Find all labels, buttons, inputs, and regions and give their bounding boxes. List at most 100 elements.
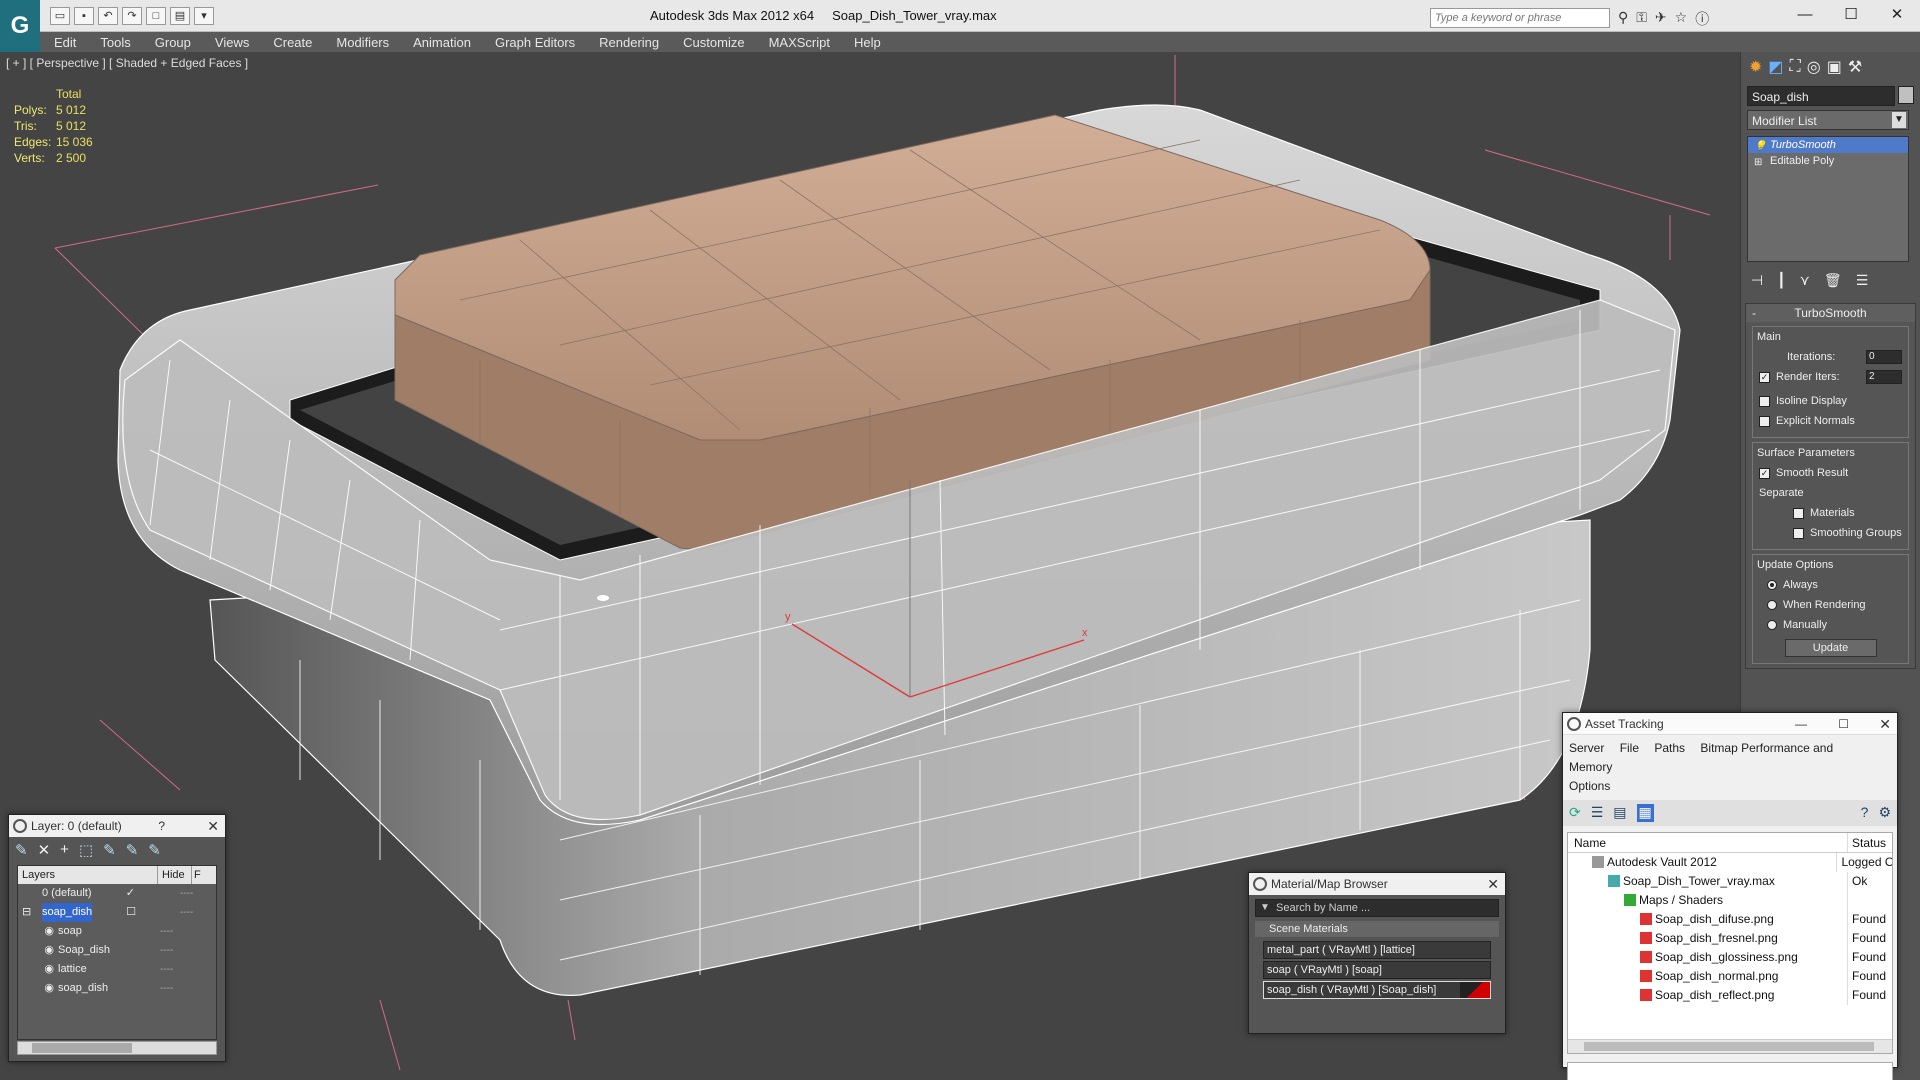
layer-object-lattice[interactable]: ◉ lattice ---- (18, 960, 216, 979)
expand-icon[interactable]: ⊞ (1754, 155, 1762, 171)
hierarchy-tab-icon[interactable]: ⛶ (1790, 58, 1801, 76)
open-file-icon[interactable]: ▭ (50, 7, 70, 25)
menu-rendering[interactable]: Rendering (599, 35, 659, 50)
highlight-layer-icon[interactable]: ✎ (103, 841, 116, 859)
menu-edit[interactable]: Edit (54, 35, 76, 50)
stack-item-turbosmooth[interactable]: 💡 TurboSmooth (1748, 137, 1908, 153)
menu-group[interactable]: Group (155, 35, 191, 50)
asset-row-normal[interactable]: Soap_dish_normal.png Found (1568, 967, 1892, 986)
menu-animation[interactable]: Animation (413, 35, 471, 50)
freeze-all-icon[interactable]: ✎ (148, 841, 161, 859)
menu-create[interactable]: Create (273, 35, 312, 50)
object-name-field[interactable]: Soap_dish (1747, 86, 1895, 106)
maximize-button[interactable]: ☐ (1838, 713, 1849, 735)
favorites-star-icon[interactable]: ☆ (1675, 9, 1688, 29)
menu-tools[interactable]: Tools (100, 35, 130, 50)
undo-icon[interactable]: ↶ (98, 7, 118, 25)
close-button[interactable]: ✕ (1487, 873, 1499, 895)
render-iters-checkbox[interactable]: ✓ (1759, 371, 1770, 383)
menu-options[interactable]: Options (1569, 779, 1610, 793)
materials-checkbox[interactable] (1793, 507, 1804, 519)
active-layer-check-icon[interactable]: ✓ (126, 884, 146, 903)
layer-object-soap-dish-2[interactable]: ◉ soap_dish ---- (18, 979, 216, 998)
material-search-input[interactable]: ▼ Search by Name ... (1255, 899, 1499, 917)
render-iters-spinner[interactable]: 2 (1866, 370, 1902, 384)
communication-icon[interactable]: ✈ (1655, 9, 1667, 29)
layer-row-soap-dish[interactable]: ⊟ soap_dish ☐ ---- (18, 903, 216, 922)
maximize-button[interactable]: ☐ (1828, 0, 1874, 30)
help-button[interactable]: ? (158, 815, 165, 837)
viewport-label[interactable]: [ + ] [ Perspective ] [ Shaded + Edged F… (6, 56, 248, 70)
set-active-box-icon[interactable]: ☐ (126, 903, 146, 922)
display-tab-icon[interactable]: ▣ (1827, 57, 1842, 77)
asset-row-fresnel[interactable]: Soap_dish_fresnel.png Found (1568, 929, 1892, 948)
update-button[interactable]: Update (1784, 639, 1877, 657)
menu-graph-editors[interactable]: Graph Editors (495, 35, 575, 50)
stack-item-editable-poly[interactable]: ⊞ Editable Poly (1748, 153, 1908, 169)
material-item-soap-dish[interactable]: soap_dish ( VRayMtl ) [Soap_dish] (1263, 981, 1491, 999)
menu-server[interactable]: Server (1569, 741, 1604, 755)
modifier-list-dropdown[interactable]: Modifier List ▼ (1747, 110, 1909, 130)
menu-modifiers[interactable]: Modifiers (336, 35, 389, 50)
table-view-icon[interactable]: ▦ (1636, 804, 1654, 822)
asset-row-reflect[interactable]: Soap_dish_reflect.png Found (1568, 986, 1892, 1005)
menu-paths[interactable]: Paths (1654, 741, 1685, 755)
save-file-icon[interactable]: ▪ (74, 7, 94, 25)
isoline-checkbox[interactable] (1759, 395, 1770, 407)
menu-help[interactable]: Help (854, 35, 881, 50)
iterations-spinner[interactable]: 0 (1866, 350, 1902, 364)
asset-row-maps[interactable]: Maps / Shaders (1568, 891, 1892, 910)
asset-row-vault[interactable]: Autodesk Vault 2012 Logged O (1568, 853, 1892, 872)
menu-customize[interactable]: Customize (683, 35, 744, 50)
close-button[interactable]: ✕ (1879, 713, 1891, 735)
scene-materials-group[interactable]: Scene Materials (1255, 921, 1499, 937)
help-icon[interactable]: ⓘ (1695, 9, 1709, 29)
close-button[interactable]: ✕ (207, 815, 219, 837)
pin-stack-icon[interactable]: ⊣ (1751, 272, 1763, 289)
layer-dialog-titlebar[interactable]: Layer: 0 (default) ? ✕ (9, 815, 225, 837)
options-dropdown-icon[interactable]: ▼ (1260, 902, 1270, 913)
close-button[interactable]: ✕ (1874, 0, 1920, 30)
list-view-icon[interactable]: ☰ (1591, 804, 1604, 822)
minimize-button[interactable]: — (1795, 713, 1807, 735)
always-radio[interactable] (1767, 580, 1777, 590)
asset-horizontal-scrollbar[interactable] (1568, 1039, 1892, 1053)
motion-tab-icon[interactable]: ◎ (1807, 57, 1821, 77)
refresh-icon[interactable]: ⟳ (1569, 804, 1581, 822)
rollout-header[interactable]: - TurboSmooth (1746, 304, 1915, 322)
material-item-metal-part[interactable]: metal_part ( VRayMtl ) [lattice] (1263, 941, 1491, 959)
material-browser-titlebar[interactable]: Material/Map Browser ✕ (1249, 873, 1505, 895)
layer-row-default[interactable]: 0 (default) ✓ ---- (18, 884, 216, 903)
qat-dropdown-icon[interactable]: ▾ (194, 7, 214, 25)
when-rendering-radio[interactable] (1767, 600, 1777, 610)
layer-object-soap-dish[interactable]: ◉ Soap_dish ---- (18, 941, 216, 960)
app-logo-button[interactable]: G (0, 0, 40, 52)
asset-row-difuse[interactable]: Soap_dish_difuse.png Found (1568, 910, 1892, 929)
asset-row-max-file[interactable]: Soap_Dish_Tower_vray.max Ok (1568, 872, 1892, 891)
delete-layer-icon[interactable]: ✕ (38, 841, 51, 859)
new-layer-icon[interactable]: ✎ (15, 841, 28, 859)
utilities-tab-icon[interactable]: ⚒ (1848, 57, 1862, 77)
smoothing-groups-checkbox[interactable] (1793, 527, 1804, 539)
menu-bitmap-performance[interactable]: Bitmap Performance and Memory (1569, 741, 1833, 774)
create-tab-icon[interactable]: ✹ (1749, 57, 1762, 77)
configure-sets-icon[interactable]: ☰ (1856, 272, 1869, 289)
detail-view-icon[interactable]: ▤ (1613, 804, 1626, 822)
layer-horizontal-scrollbar[interactable] (17, 1041, 217, 1055)
asset-tracking-titlebar[interactable]: Asset Tracking — ☐ ✕ (1563, 713, 1897, 735)
help-icon[interactable]: ? (1861, 804, 1869, 822)
material-item-soap[interactable]: soap ( VRayMtl ) [soap] (1263, 961, 1491, 979)
keyword-search-input[interactable]: Type a keyword or phrase (1430, 8, 1610, 28)
menu-maxscript[interactable]: MAXScript (769, 35, 830, 50)
asset-row-glossiness[interactable]: Soap_dish_glossiness.png Found (1568, 948, 1892, 967)
menu-file[interactable]: File (1620, 741, 1639, 755)
subscription-icon[interactable]: ⚿ (1636, 9, 1647, 29)
hide-all-icon[interactable]: ✎ (126, 841, 139, 859)
explicit-normals-checkbox[interactable] (1759, 415, 1770, 427)
settings-icon[interactable]: ⚙ (1878, 804, 1891, 822)
make-unique-icon[interactable]: ⋎ (1800, 272, 1810, 289)
minimize-button[interactable]: — (1782, 0, 1828, 30)
select-objects-icon[interactable]: ⬚ (79, 841, 93, 859)
show-end-result-icon[interactable]: ┃ (1777, 272, 1785, 289)
add-to-layer-icon[interactable]: + (60, 841, 69, 859)
